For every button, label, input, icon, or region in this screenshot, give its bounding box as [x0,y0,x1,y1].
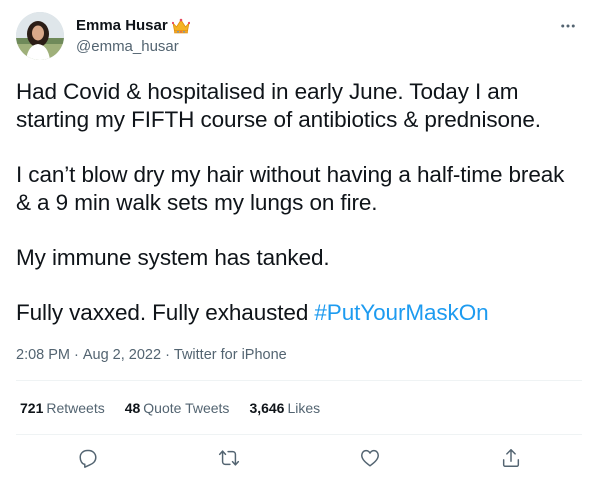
quote-tweets-count: 48 [124,400,141,416]
more-icon [561,24,575,28]
tweet-date[interactable]: Aug 2, 2022 [83,347,161,363]
likes-label: Likes [287,400,321,416]
tweet-paragraph: I can’t blow dry my hair without having … [16,162,565,215]
retweets-stat[interactable]: 721 Retweets [20,398,105,418]
reply-button[interactable] [75,445,101,471]
display-name-row: Emma Husar [76,16,190,36]
quote-tweets-stat[interactable]: 48 Quote Tweets [125,398,230,418]
handle[interactable]: @emma_husar [76,37,190,57]
actions-row [0,445,598,471]
tweet-time[interactable]: 2:08 PM [16,347,70,363]
retweet-icon [218,450,240,466]
like-icon [361,449,379,467]
reply-icon [79,449,97,468]
crown-emoji-icon [171,18,190,34]
avatar[interactable] [16,12,64,60]
tweet-meta: 2:08 PM · Aug 2, 2022 · Twitter for iPhone [16,345,287,365]
likes-count: 3,646 [249,400,285,416]
tweet-paragraph-last: Fully vaxxed. Fully exhausted #PutYourMa… [16,299,582,327]
tweet-paragraph-text: Fully vaxxed. Fully exhausted [16,300,315,325]
stats-row: 721 Retweets 48 Quote Tweets 3,646 Likes [20,398,340,418]
retweets-label: Retweets [46,400,105,416]
share-icon [502,449,520,467]
tweet: Emma Husar @emma_husar Had Covid & hospi… [0,0,598,481]
tweet-text: Had Covid & hospitalised in early June. … [16,78,582,327]
retweet-button[interactable] [216,445,242,471]
meta-separator: · [74,347,79,363]
retweets-count: 721 [20,400,44,416]
like-button[interactable] [357,445,383,471]
tweet-paragraph: My immune system has tanked. [16,245,330,270]
meta-separator: · [165,347,170,363]
display-name[interactable]: Emma Husar [76,16,168,36]
tweet-paragraph: Had Covid & hospitalised in early June. … [16,79,541,132]
divider [16,434,582,435]
author-block: Emma Husar @emma_husar [76,16,190,57]
divider [16,380,582,381]
tweet-source[interactable]: Twitter for iPhone [174,347,287,363]
hashtag-link[interactable]: #PutYourMaskOn [314,300,488,325]
quote-tweets-label: Quote Tweets [143,400,230,416]
more-options-button[interactable] [556,14,580,38]
share-button[interactable] [498,445,524,471]
likes-stat[interactable]: 3,646 Likes [249,398,320,418]
